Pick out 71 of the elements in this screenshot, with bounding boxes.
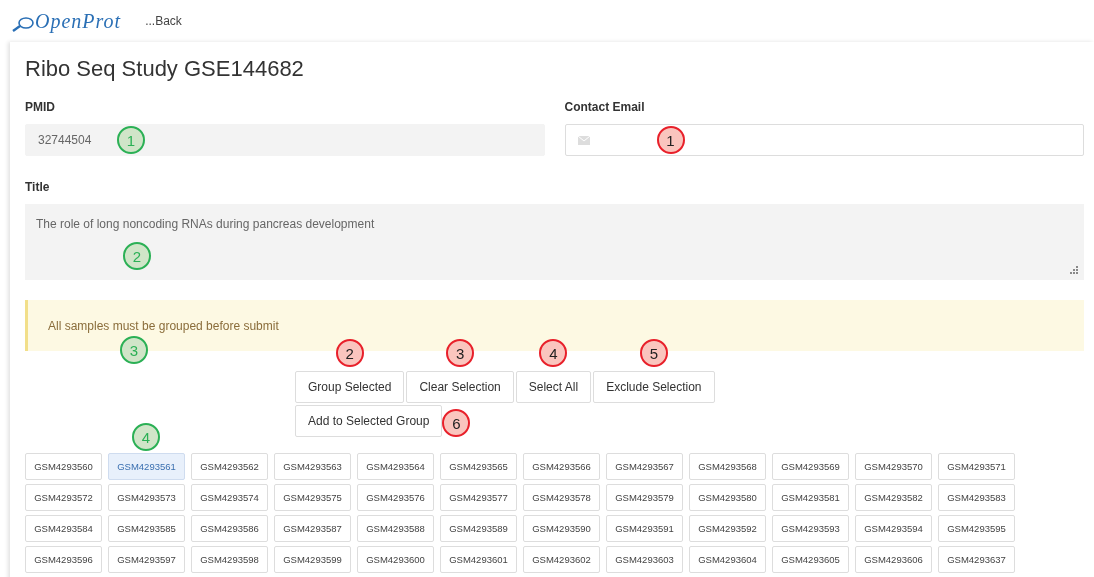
sample-button[interactable]: GSM4293562 [191,453,268,480]
field-label: Title [25,180,51,194]
sample-button[interactable]: GSM4293575 [274,484,351,511]
sample-button[interactable]: GSM4293585 [108,515,185,542]
number-callout: 3 [120,336,148,364]
sample-button[interactable]: GSM4293560 [25,453,102,480]
sample-button[interactable]: GSM4293593 [772,515,849,542]
logo[interactable]: OpenProt [12,9,122,33]
email-field[interactable] [564,124,1084,156]
sample-button[interactable]: GSM4293600 [357,546,434,573]
envelope-icon [577,135,590,145]
sample-button[interactable]: GSM4293605 [772,546,849,573]
sample-button[interactable]: GSM4293580 [689,484,766,511]
number-callout: 6 [442,409,471,437]
sample-button[interactable]: GSM4293606 [855,546,932,573]
action-button[interactable]: Exclude Selection [593,371,715,403]
sample-button[interactable]: GSM4293582 [855,484,932,511]
sample-button[interactable]: GSM4293584 [25,515,102,542]
sample-button[interactable]: GSM4293596 [25,546,102,573]
sample-button[interactable]: GSM4293578 [523,484,600,511]
sample-button[interactable]: GSM4293565 [440,453,517,480]
sample-button[interactable]: GSM4293601 [440,546,517,573]
sample-button[interactable]: GSM4293594 [855,515,932,542]
number-callout: 5 [639,339,668,367]
sample-button[interactable]: GSM4293569 [772,453,849,480]
sample-button[interactable]: GSM4293602 [523,546,600,573]
back-link[interactable]: ...Back [145,14,182,28]
sample-button[interactable]: GSM4293573 [108,484,185,511]
sample-button[interactable]: GSM4293564 [357,453,434,480]
sample-button[interactable]: GSM4293561 [108,453,185,480]
sample-button[interactable]: GSM4293572 [25,484,102,511]
sample-button[interactable]: GSM4293598 [191,546,268,573]
sample-button[interactable]: GSM4293581 [772,484,849,511]
sample-button[interactable]: GSM4293567 [606,453,683,480]
sample-button[interactable]: GSM4293595 [938,515,1015,542]
sample-button[interactable]: GSM4293576 [357,484,434,511]
sample-button[interactable]: GSM4293587 [274,515,351,542]
number-callout: 2 [335,339,364,367]
sample-button[interactable]: GSM4293603 [606,546,683,573]
sample-button[interactable]: GSM4293597 [108,546,185,573]
logo-text: OpenProt [35,9,122,33]
sample-button[interactable]: GSM4293563 [274,453,351,480]
sample-button[interactable]: GSM4293591 [606,515,683,542]
number-callout: 4 [539,339,568,367]
field-label: Contact Email [564,100,646,114]
resize-grip-icon [1070,266,1078,274]
sample-button[interactable]: GSM4293574 [191,484,268,511]
sample-button[interactable]: GSM4293637 [938,546,1015,573]
sample-button[interactable]: GSM4293599 [274,546,351,573]
action-button[interactable]: Group Selected [295,371,405,403]
number-callout: 4 [132,423,160,451]
sample-button[interactable]: GSM4293604 [689,546,766,573]
sample-button[interactable]: GSM4293568 [689,453,766,480]
sample-button[interactable]: GSM4293588 [357,515,434,542]
action-button[interactable]: Select All [515,371,592,403]
sample-button[interactable]: GSM4293570 [855,453,932,480]
field-label: PMID [25,100,56,114]
page-heading: Ribo Seq Study GSE144682 [25,56,305,82]
action-button[interactable]: Clear Selection [406,371,514,403]
sample-button[interactable]: GSM4293571 [938,453,1015,480]
sample-button[interactable]: GSM4293592 [689,515,766,542]
sample-button[interactable]: GSM4293579 [606,484,683,511]
sample-button[interactable]: GSM4293586 [191,515,268,542]
sample-button[interactable]: GSM4293589 [440,515,517,542]
sample-button[interactable]: GSM4293590 [523,515,600,542]
number-callout: 3 [446,339,475,367]
magnifier-icon [12,14,34,33]
action-button[interactable]: Add to Selected Group [295,405,443,437]
sample-button[interactable]: GSM4293577 [440,484,517,511]
sample-button[interactable]: GSM4293566 [523,453,600,480]
sample-button[interactable]: GSM4293583 [938,484,1015,511]
